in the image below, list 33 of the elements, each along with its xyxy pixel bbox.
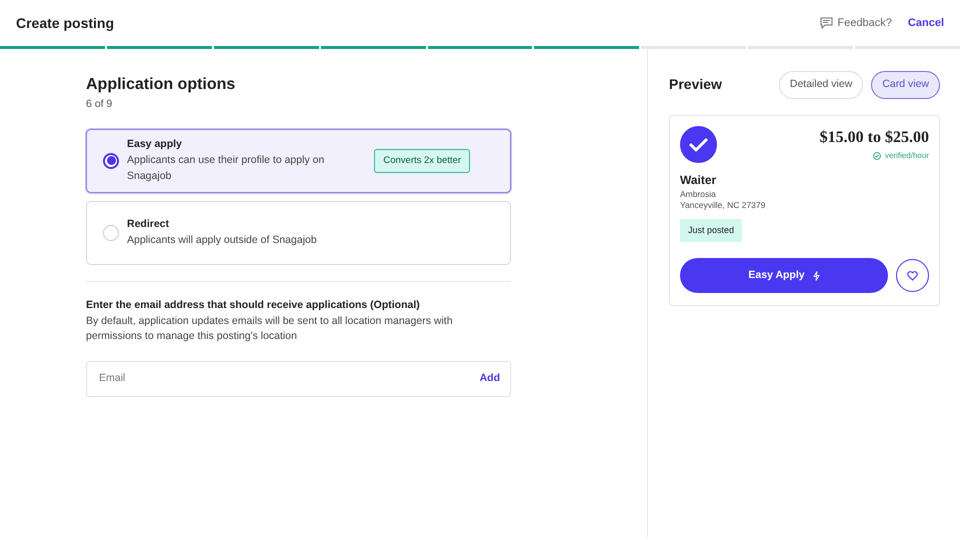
- comment-icon: [820, 17, 834, 29]
- checkmark-logo-icon: [680, 126, 717, 163]
- email-heading: Enter the email address that should receive applications (Optional): [86, 298, 421, 313]
- page-title: Create posting: [16, 14, 114, 33]
- feedback-button[interactable]: Feedback?: [820, 14, 892, 32]
- radio-button[interactable]: [103, 152, 119, 169]
- favorite-button[interactable]: [896, 259, 929, 292]
- job-title: Waiter: [680, 172, 718, 189]
- company-name: Ambrosia: [680, 188, 717, 200]
- option-description: Applicants will apply outside of Snagajob: [127, 232, 318, 248]
- email-description: By default, application updates emails will be sent to all location managers with permissions to manage this posting's location: [86, 314, 454, 344]
- easy-apply-button[interactable]: Easy Apply: [680, 258, 888, 294]
- preview-title: Preview: [669, 75, 722, 94]
- option-card[interactable]: Easy apply Applicants can use their profile to apply on Snagajob Converts 2x better: [86, 128, 511, 193]
- heart-icon: [907, 270, 918, 281]
- add-button[interactable]: Add: [480, 371, 500, 388]
- conversion-tag: Converts 2x better: [374, 148, 470, 174]
- option-title: Easy apply: [127, 137, 183, 152]
- view-toggle[interactable]: Detailed view: [778, 71, 864, 99]
- pay-note: verified/hour: [884, 150, 929, 162]
- pay-range: $15.00 to $25.00: [820, 128, 929, 148]
- email-field[interactable]: Email Add: [86, 361, 511, 398]
- option-description: Applicants can use their profile to apply on Snagajob: [127, 153, 326, 184]
- section-title: Application options: [86, 75, 236, 94]
- option-title: Redirect: [127, 217, 170, 232]
- view-toggle[interactable]: Card view: [871, 71, 940, 99]
- cancel-button[interactable]: Cancel: [908, 14, 944, 32]
- just-posted-tag: Just posted: [680, 218, 742, 242]
- job-location: Yanceyville, NC 27379: [680, 200, 766, 211]
- option-card[interactable]: Redirect Applicants will apply outside of Snagajob: [86, 200, 511, 265]
- verified-check-icon: [872, 152, 881, 160]
- lightning-icon: [812, 270, 820, 281]
- step-counter: 6 of 9: [86, 97, 114, 112]
